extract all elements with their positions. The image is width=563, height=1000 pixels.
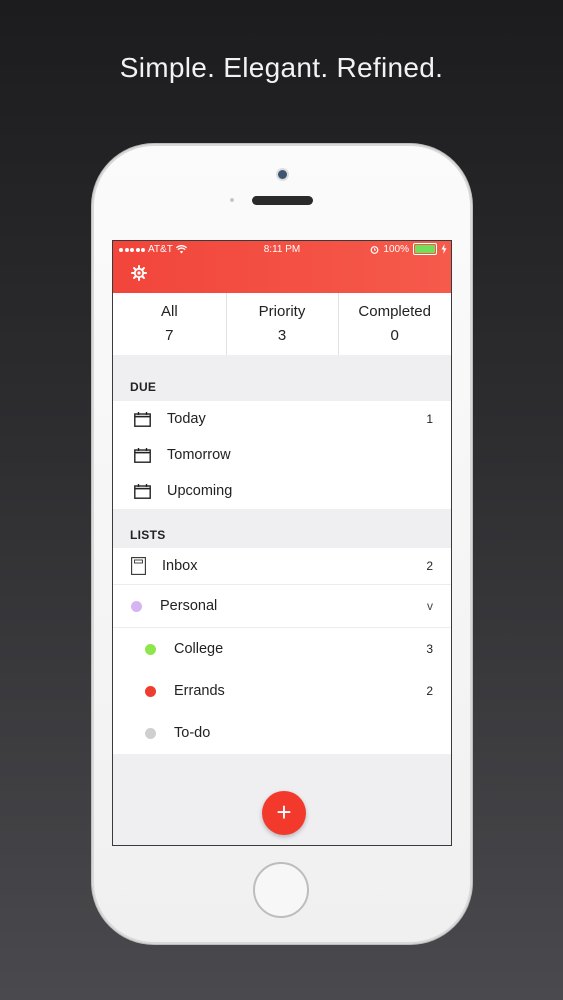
- inbox-icon: [131, 557, 146, 575]
- list-item-todo[interactable]: To-do: [113, 712, 451, 754]
- earpiece-speaker: [252, 196, 313, 205]
- charging-icon: [441, 244, 447, 254]
- front-camera: [278, 170, 287, 179]
- stat-completed[interactable]: Completed 0: [338, 293, 451, 355]
- list-group-personal[interactable]: Personal v: [113, 585, 451, 628]
- tagline: Simple. Elegant. Refined.: [119, 52, 444, 83]
- list-item-count: 2: [426, 559, 433, 573]
- app-header: AT&T 8:11 PM 100%: [113, 241, 451, 293]
- due-section-title: DUE: [130, 380, 157, 394]
- list-item-count: 3: [426, 642, 433, 656]
- battery-percent: 100%: [383, 243, 409, 255]
- list-item-label: Inbox: [162, 558, 198, 574]
- calendar-icon: [134, 483, 151, 499]
- stat-all[interactable]: All 7: [113, 293, 226, 355]
- stat-label: Completed: [358, 303, 431, 320]
- due-group: Today 1 Tomorrow Upcoming: [113, 401, 451, 509]
- list-item-label: Personal: [160, 598, 218, 614]
- stat-count: 7: [165, 327, 174, 344]
- stat-count: 3: [277, 327, 287, 344]
- stat-label: Priority: [258, 303, 306, 320]
- due-item-count: 1: [426, 412, 433, 426]
- stat-label: All: [161, 303, 178, 320]
- due-item-label: Upcoming: [167, 483, 233, 499]
- list-item-label: College: [174, 641, 224, 657]
- phone-frame: AT&T 8:11 PM 100% All 7 Priority 3 Compl…: [92, 144, 472, 944]
- app-screen: AT&T 8:11 PM 100% All 7 Priority 3 Compl…: [112, 240, 452, 846]
- status-bar: AT&T 8:11 PM 100%: [113, 241, 451, 259]
- stats-bar: All 7 Priority 3 Completed 0: [113, 293, 451, 355]
- stat-priority[interactable]: Priority 3: [225, 293, 339, 355]
- lists-group: Inbox 2 Personal v College 3 Errands 2 T…: [113, 548, 451, 754]
- battery-icon: [413, 243, 437, 255]
- list-item-college[interactable]: College 3: [113, 628, 451, 670]
- list-item-errands[interactable]: Errands 2: [113, 670, 451, 712]
- list-item-label: To-do: [174, 725, 211, 741]
- due-item-today[interactable]: Today 1: [113, 401, 451, 437]
- calendar-icon: [134, 411, 151, 427]
- list-color-dot: [131, 600, 142, 612]
- stat-count: 0: [390, 327, 399, 344]
- due-item-upcoming[interactable]: Upcoming: [113, 473, 451, 509]
- alarm-icon: [371, 245, 379, 254]
- add-task-button[interactable]: +: [262, 791, 306, 835]
- list-item-inbox[interactable]: Inbox 2: [113, 548, 451, 585]
- list-item-label: Errands: [174, 683, 225, 699]
- lists-section-title: LISTS: [130, 528, 166, 542]
- home-button[interactable]: [253, 862, 309, 918]
- list-color-dot: [145, 727, 156, 739]
- list-color-dot: [145, 685, 156, 697]
- list-item-count: 2: [426, 684, 433, 698]
- due-item-label: Tomorrow: [167, 447, 231, 463]
- calendar-icon: [134, 447, 151, 463]
- due-item-label: Today: [167, 411, 206, 427]
- list-color-dot: [145, 643, 156, 655]
- proximity-sensor: [230, 198, 234, 202]
- due-item-tomorrow[interactable]: Tomorrow: [113, 437, 451, 473]
- gear-icon[interactable]: [131, 265, 147, 281]
- chevron-down-icon[interactable]: v: [427, 599, 433, 613]
